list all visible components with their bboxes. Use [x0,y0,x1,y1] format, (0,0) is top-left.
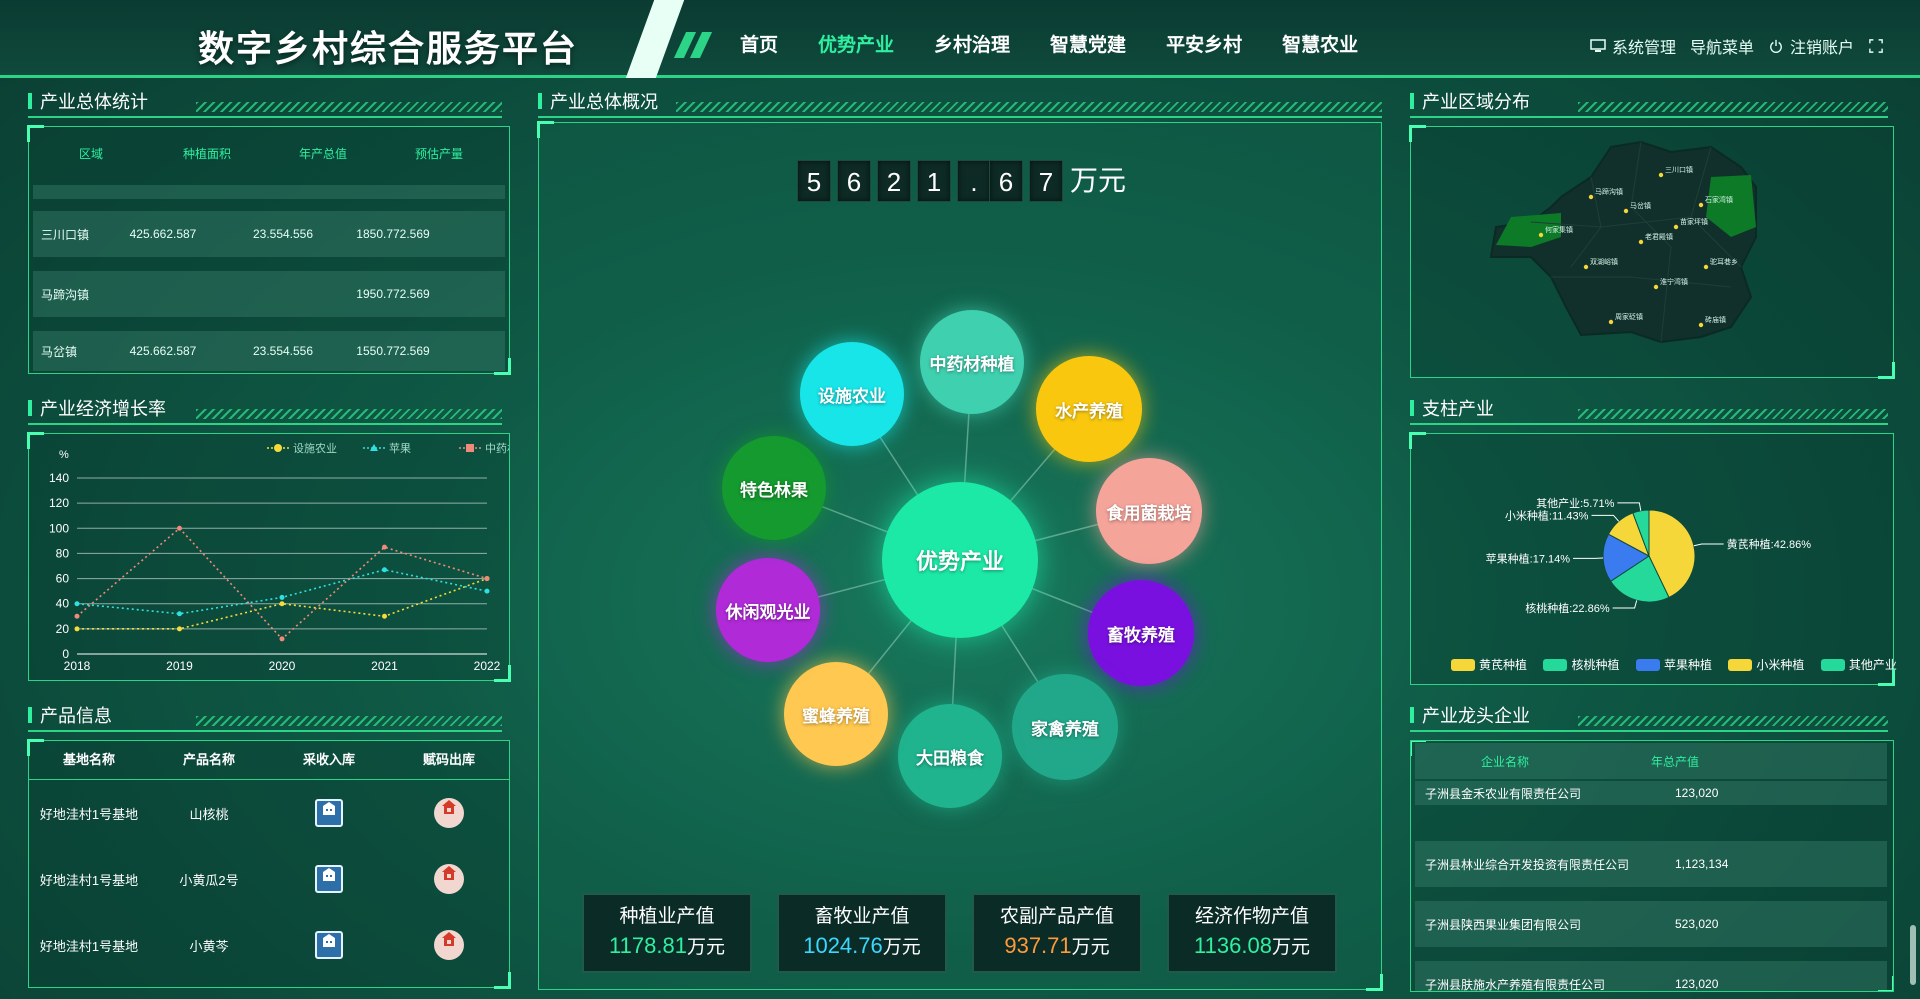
table-row[interactable]: 子洲县陕西果业集团有限公司 523,020 [1415,901,1887,947]
pie-label: 黄芪种植:42.86% [1727,537,1812,551]
map-pin [1608,319,1614,325]
table-row[interactable]: 子洲县林业综合开发投资有限责任公司 1,123,134 [1415,841,1887,887]
region-panel-title: 产业区域分布 [1410,88,1530,114]
stat-card-byproduct: 农副产品产值 937.71万元 [972,893,1142,973]
map-label: 何家集镇 [1545,225,1573,234]
bubble-item[interactable]: 特色林果 [722,436,826,540]
map-pin [1583,264,1589,270]
page-scrollbar[interactable] [1910,925,1916,985]
pie-label: 核桃种植:22.86% [1525,601,1610,615]
legend-item[interactable]: 核桃种植 [1543,656,1619,673]
map-label: 砖庙镇 [1705,315,1726,324]
map-label: 马蹄沟镇 [1595,187,1623,196]
pie-label-line [1617,502,1642,511]
bubble-item[interactable]: 水产养殖 [1036,356,1142,462]
map-label: 周家砭镇 [1615,312,1643,321]
pie-label-line [1591,514,1620,522]
stat-card-livestock: 畜牧业产值 1024.76万元 [777,893,947,973]
stat-card-planting: 种植业产值 1178.81万元 [582,893,752,973]
table-row[interactable]: 子洲县金禾农业有限责任公司 123,020 [1415,781,1887,805]
bubble-item[interactable]: 大田粮食 [898,704,1002,808]
legend-item[interactable]: 小米种植 [1728,656,1804,673]
enterprise-table-header: 企业名称 年总产值 [1415,743,1887,779]
region-map-svg: 三川口镇马蹄沟镇马岔镇 石家湾镇何家集镇 苗家坪镇老君殿镇双湖峪镇 驼耳巷乡淮宁湾镇周… [1489,140,1757,344]
bubble-item[interactable]: 食用菌栽培 [1096,458,1202,564]
map-label: 淮宁湾镇 [1660,277,1688,286]
map-pin [1653,284,1659,290]
map-pin [1623,208,1629,214]
pie-label: 小米种植:11.43% [1505,508,1589,522]
pie-label-line [1612,600,1638,609]
pillar-panel-title: 支柱产业 [1410,395,1494,421]
pie-label: 苹果种植:17.14% [1486,551,1571,565]
bubble-item[interactable]: 畜牧养殖 [1088,580,1194,686]
map-pin [1658,172,1664,178]
stat-card-cash-crop: 经济作物产值 1136.08万元 [1167,893,1337,973]
table-row[interactable]: 子洲县肤施水产养殖有限责任公司 123,020 [1415,961,1887,991]
map-label: 驼耳巷乡 [1710,257,1738,266]
enterprise-table: 企业名称 年总产值 子洲县金禾农业有限责任公司 123,020 子洲县林业综合开… [1410,740,1894,992]
legend-item[interactable]: 其他产业 [1820,656,1897,673]
pie-legend: 黄芪种植 核桃种植 苹果种植 小米种植 其他产业 [1451,656,1909,676]
bubble-item[interactable]: 蜜蜂养殖 [784,662,888,766]
map-label: 双湖峪镇 [1590,257,1618,266]
map-pin [1673,224,1679,230]
bubble-item[interactable]: 设施农业 [800,342,904,446]
map-pin [1538,232,1544,238]
region-map: 三川口镇马蹄沟镇 马岔镇 石家湾镇何家集镇 苗家坪镇 老君殿镇双湖峪镇 驼耳巷乡淮宁湾镇周… [1409,125,1895,379]
leader-panel-title: 产业龙头企业 [1410,702,1530,728]
pillar-pie-chart: 黄芪种植:42.86% 核桃种植:22.86% 苹果种植:17.14% 小米种植:11… [1486,496,1812,615]
pillar-chart: 黄芪种植:42.86% 核桃种植:22.86% 苹果种植:17.14% 小米种植:11… [1409,432,1897,686]
map-label: 苗家坪镇 [1680,217,1708,226]
legend-item[interactable]: 苹果种植 [1635,656,1712,673]
map-pin [1638,239,1644,245]
map-pin [1703,264,1709,270]
map-pin [1588,194,1594,200]
pie-label: 其他产业:5.71% [1536,496,1614,510]
map-label: 老君殿镇 [1645,232,1673,241]
map-label: 石家湾镇 [1705,195,1733,204]
pie-label-line [1693,543,1724,547]
bubble-item[interactable]: 家禽养殖 [1012,674,1118,780]
legend-item[interactable]: 黄芪种植 [1451,656,1527,673]
map-label: 三川口镇 [1665,165,1693,174]
map-pin [1698,202,1704,208]
center-bubble[interactable]: 优势产业 [882,482,1038,638]
map-label: 马岔镇 [1630,201,1651,210]
map-pin [1698,322,1704,328]
bubble-item[interactable]: 休闲观光业 [716,558,820,662]
bubble-item[interactable]: 中药材种植 [920,310,1024,414]
